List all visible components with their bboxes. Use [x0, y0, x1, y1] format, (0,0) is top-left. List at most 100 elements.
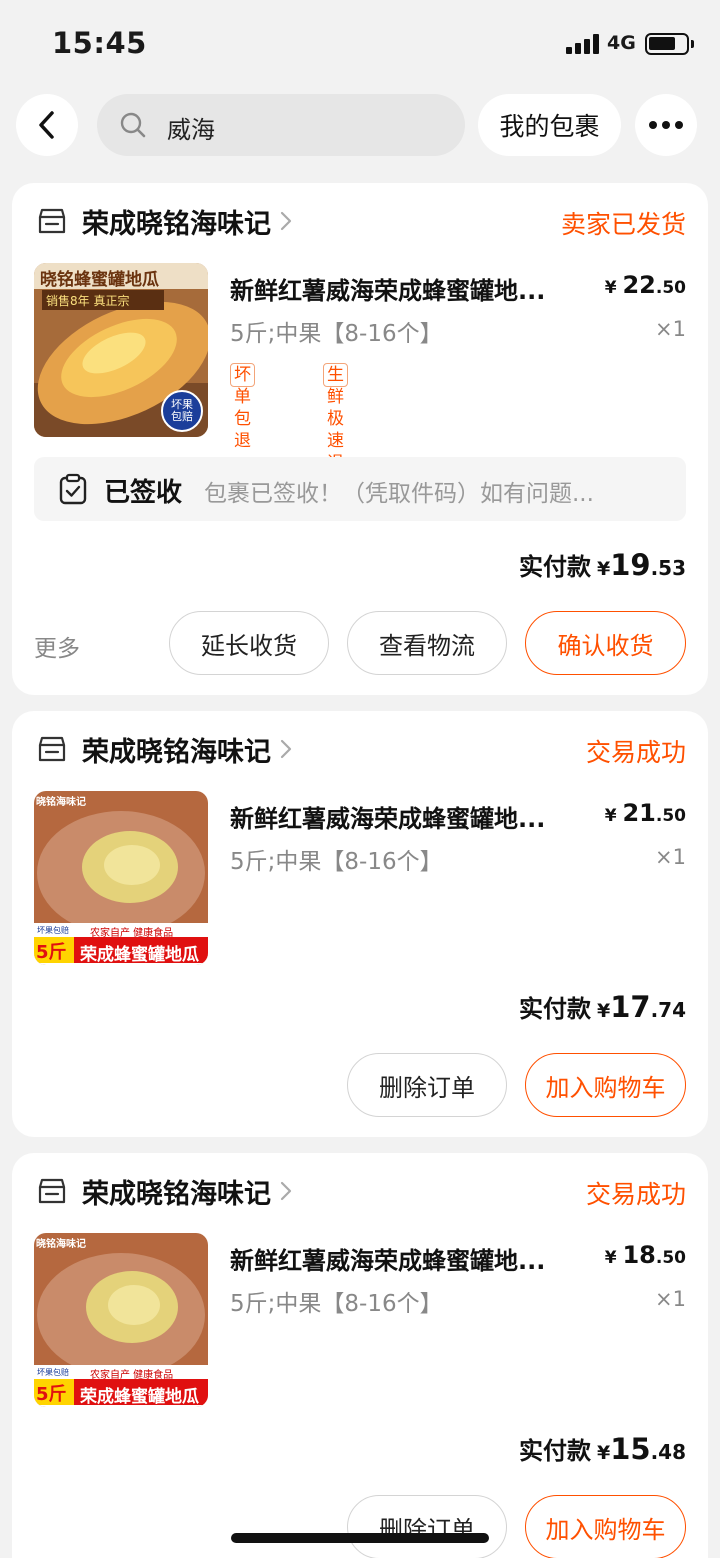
- currency-symbol: ¥: [596, 1442, 611, 1464]
- unit-price: ¥ 18.50: [605, 1241, 686, 1269]
- tracking-summary[interactable]: 已签收 包裹已签收！（凭取件码）如有问题...: [34, 457, 686, 521]
- product-sku: 5斤;中果【8-16个】: [230, 849, 443, 875]
- currency-symbol: ¥: [604, 278, 617, 298]
- status-bar: 15:45 4G: [0, 0, 720, 88]
- image-small-tag: 坏果包赔: [37, 1368, 69, 1377]
- order-card: 荣成晓铭海味记 卖家已发货 晓铭蜂蜜罐地瓜 销售8年 真正宗 坏果包赔 新鲜红薯…: [12, 183, 708, 695]
- total-label: 实付款: [518, 1437, 591, 1465]
- back-button[interactable]: [16, 94, 78, 156]
- chevron-right-icon: [280, 211, 292, 231]
- shop-name: 荣成晓铭海味记: [82, 736, 271, 768]
- unit-price: ¥ 22.50: [605, 271, 686, 299]
- total-label: 实付款: [518, 553, 591, 581]
- quantity: ×1: [655, 845, 686, 869]
- battery-icon: [645, 33, 694, 55]
- view-logistics-button[interactable]: 查看物流: [347, 611, 507, 675]
- order-list-page: 15:45 4G 威海 我的包裹 荣成晓铭海味记 卖家已发货 晓铭蜂蜜罐地瓜 销…: [0, 0, 720, 1558]
- image-corner-text: 晓铭海味记: [36, 797, 86, 808]
- order-total: 实付款 ¥17.74: [519, 989, 686, 1024]
- total-decimal: .74: [650, 998, 686, 1022]
- image-badge-text: 坏果包赔: [171, 398, 193, 423]
- extend-receipt-button[interactable]: 延长收货: [169, 611, 329, 675]
- service-tag: 坏单包退: [230, 363, 255, 451]
- more-dots-icon: [649, 121, 683, 129]
- chevron-right-icon: [280, 739, 292, 759]
- currency-symbol: ¥: [604, 1248, 617, 1268]
- chevron-right-icon: [280, 1181, 292, 1201]
- image-small-tag: 坏果包赔: [37, 926, 69, 935]
- my-parcels-button[interactable]: 我的包裹: [478, 94, 621, 156]
- confirm-receipt-button[interactable]: 确认收货: [525, 611, 686, 675]
- total-decimal: .48: [650, 1440, 686, 1464]
- add-to-cart-button[interactable]: 加入购物车: [525, 1495, 686, 1558]
- quantity: ×1: [655, 317, 686, 341]
- shop-link[interactable]: 荣成晓铭海味记: [36, 201, 293, 241]
- total-integer: 17: [610, 990, 651, 1024]
- store-icon: [38, 736, 66, 762]
- order-status: 交易成功: [585, 738, 686, 767]
- price-decimal: .50: [655, 806, 686, 826]
- network-type: 4G: [607, 32, 636, 54]
- product-title[interactable]: 新鲜红薯威海荣成蜂蜜罐地...: [230, 1241, 545, 1276]
- search-input[interactable]: 威海: [97, 94, 465, 156]
- store-icon: [38, 208, 66, 234]
- total-decimal: .53: [650, 556, 686, 580]
- shop-name: 荣成晓铭海味记: [82, 1178, 271, 1210]
- image-banner-text: 晓铭蜂蜜罐地瓜: [40, 270, 159, 290]
- product-title[interactable]: 新鲜红薯威海荣成蜂蜜罐地...: [230, 799, 545, 834]
- total-label: 实付款: [518, 995, 591, 1023]
- currency-symbol: ¥: [596, 558, 611, 580]
- product-title[interactable]: 新鲜红薯威海荣成蜂蜜罐地...: [230, 271, 545, 306]
- unit-price: ¥ 21.50: [605, 799, 686, 827]
- price-decimal: .50: [655, 1248, 686, 1268]
- delete-order-button[interactable]: 删除订单: [347, 1495, 507, 1558]
- order-status: 交易成功: [585, 1180, 686, 1209]
- order-card: 荣成晓铭海味记 交易成功 晓铭海味记 坏果包赔 农家自产 健康食品 5斤 荣成蜂…: [12, 1153, 708, 1558]
- chevron-left-icon: [39, 111, 54, 139]
- product-sku: 5斤;中果【8-16个】: [230, 321, 443, 347]
- price-integer: 21: [622, 799, 656, 827]
- currency-symbol: ¥: [604, 806, 617, 826]
- image-sub-text: 销售8年 真正宗: [46, 294, 130, 308]
- price-decimal: .50: [655, 278, 686, 298]
- image-weight-text: 5斤: [36, 1384, 67, 1405]
- service-tag: 生鲜极速退: [323, 363, 348, 473]
- image-banner-text: 荣成蜂蜜罐地瓜: [80, 945, 199, 965]
- signal-icon: [566, 34, 602, 54]
- total-integer: 15: [610, 1432, 651, 1466]
- price-integer: 18: [622, 1241, 656, 1269]
- product-image[interactable]: 晓铭海味记 坏果包赔 农家自产 健康食品 5斤 荣成蜂蜜罐地瓜: [34, 791, 208, 965]
- order-card: 荣成晓铭海味记 交易成功 晓铭海味记 坏果包赔 农家自产 健康食品 5斤 荣成蜂…: [12, 711, 708, 1137]
- image-banner-text: 荣成蜂蜜罐地瓜: [80, 1387, 199, 1407]
- clipboard-check-icon: [59, 473, 87, 505]
- more-options-button[interactable]: [635, 94, 697, 156]
- tracking-description: 包裹已签收！（凭取件码）如有问题...: [204, 481, 594, 507]
- image-weight-text: 5斤: [36, 942, 67, 963]
- price-integer: 22: [622, 271, 656, 299]
- store-icon: [38, 1178, 66, 1204]
- more-actions-link[interactable]: 更多: [34, 629, 80, 663]
- product-image[interactable]: 晓铭海味记 坏果包赔 农家自产 健康食品 5斤 荣成蜂蜜罐地瓜: [34, 1233, 208, 1407]
- order-status: 卖家已发货: [560, 210, 686, 239]
- image-corner-text: 晓铭海味记: [36, 1239, 86, 1250]
- home-indicator[interactable]: [231, 1533, 489, 1543]
- shop-link[interactable]: 荣成晓铭海味记: [36, 729, 293, 769]
- status-time: 15:45: [52, 26, 147, 60]
- image-slogan-text: 农家自产 健康食品: [90, 1370, 174, 1381]
- tracking-status: 已签收: [104, 478, 183, 508]
- order-total: 实付款 ¥19.53: [519, 547, 686, 582]
- shop-name: 荣成晓铭海味记: [82, 208, 271, 240]
- order-total: 实付款 ¥15.48: [519, 1431, 686, 1466]
- search-query: 威海: [167, 116, 215, 144]
- shop-link[interactable]: 荣成晓铭海味记: [36, 1171, 293, 1211]
- delete-order-button[interactable]: 删除订单: [347, 1053, 507, 1117]
- search-icon: [120, 112, 146, 138]
- total-integer: 19: [610, 548, 651, 582]
- image-slogan-text: 农家自产 健康食品: [90, 928, 174, 939]
- product-sku: 5斤;中果【8-16个】: [230, 1291, 443, 1317]
- product-image[interactable]: 晓铭蜂蜜罐地瓜 销售8年 真正宗 坏果包赔: [34, 263, 208, 437]
- currency-symbol: ¥: [596, 1000, 611, 1022]
- quantity: ×1: [655, 1287, 686, 1311]
- header: 威海 我的包裹: [0, 92, 720, 160]
- add-to-cart-button[interactable]: 加入购物车: [525, 1053, 686, 1117]
